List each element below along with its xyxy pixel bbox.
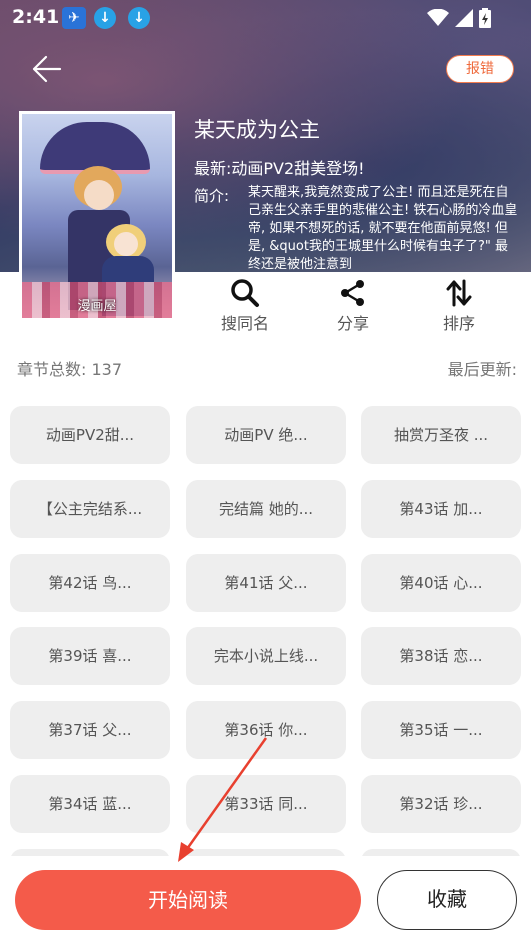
chapter-item[interactable]: 第32话 珍... — [361, 775, 521, 833]
status-bar: 2:41 ✈ ↓ ↓ — [0, 0, 531, 36]
chapter-item[interactable]: 抽赏万圣夜 ... — [361, 406, 521, 464]
chapter-grid: 动画PV2甜... 动画PV 绝... 抽赏万圣夜 ... 【公主完结系... … — [10, 406, 522, 856]
chapter-item[interactable]: 【公主完结系... — [10, 480, 170, 538]
sort-label: 排序 — [442, 314, 475, 333]
wifi-icon — [427, 9, 449, 26]
cover-watermark: 漫画屋 — [77, 299, 117, 314]
sort-icon — [446, 279, 472, 307]
battery-icon — [479, 8, 491, 28]
chapter-item[interactable]: 第37话 父... — [10, 701, 170, 759]
report-error-button[interactable]: 报错 — [446, 55, 514, 83]
chapter-item[interactable]: 第43话 加... — [361, 480, 521, 538]
start-reading-button[interactable]: 开始阅读 — [15, 870, 361, 930]
status-time: 2:41 — [12, 6, 60, 28]
download-icon: ↓ — [128, 7, 150, 29]
intro-label: 简介: — [194, 187, 230, 205]
latest-chapter: 最新:动画PV2甜美登场! — [194, 155, 365, 179]
chapter-item[interactable]: 第34话 蓝... — [10, 775, 170, 833]
bird-app-icon: ✈ — [62, 7, 86, 29]
chapter-item[interactable]: 完本小说上线... — [186, 627, 346, 685]
share-button[interactable]: 分享 — [313, 278, 393, 334]
chapter-item[interactable]: 第41话 父... — [186, 554, 346, 612]
search-same-name-button[interactable]: 搜同名 — [205, 278, 285, 334]
chapter-item[interactable]: 动画PV2甜... — [10, 406, 170, 464]
chapters-info: 章节总数: 137 最后更新: — [17, 356, 517, 380]
chapter-item[interactable]: 第39话 喜... — [10, 627, 170, 685]
chapter-item[interactable]: 第38话 恋... — [361, 627, 521, 685]
latest-prefix: 最新: — [194, 159, 232, 178]
arrow-left-icon — [32, 55, 62, 83]
chapter-item[interactable] — [186, 849, 346, 856]
chapter-item[interactable]: 第33话 同... — [186, 775, 346, 833]
action-row: 搜同名 分享 排序 — [190, 278, 530, 334]
intro-text: 某天醒来,我竟然变成了公主! 而且还是死在自己亲生父亲手里的悲催公主! 铁石心肠… — [248, 185, 518, 272]
download-icon: ↓ — [94, 7, 116, 29]
sort-button[interactable]: 排序 — [419, 278, 499, 334]
book-title: 某天成为公主 — [194, 118, 320, 142]
chapter-item[interactable]: 第36话 你... — [186, 701, 346, 759]
favorite-button[interactable]: 收藏 — [377, 870, 517, 930]
chapter-item[interactable]: 动画PV 绝... — [186, 406, 346, 464]
share-label: 分享 — [336, 314, 369, 333]
chapter-item[interactable]: 第42话 鸟... — [10, 554, 170, 612]
search-icon — [231, 279, 259, 307]
share-icon — [341, 280, 364, 306]
book-cover[interactable]: 漫画屋 — [19, 111, 175, 321]
search-same-name-label: 搜同名 — [220, 314, 269, 333]
chapter-item[interactable]: 完结篇 她的... — [186, 480, 346, 538]
signal-icon — [455, 9, 473, 27]
chapter-total: 章节总数: 137 — [17, 360, 123, 379]
chapter-item[interactable]: 第35话 一... — [361, 701, 521, 759]
back-button[interactable] — [30, 52, 70, 86]
chapter-item[interactable] — [10, 849, 170, 856]
last-update: 最后更新: — [447, 360, 517, 379]
bottom-bar: 开始阅读 收藏 — [0, 856, 531, 944]
latest-value: 动画PV2甜美登场! — [231, 159, 365, 178]
chapter-item[interactable] — [361, 849, 521, 856]
chapter-item[interactable]: 第40话 心... — [361, 554, 521, 612]
